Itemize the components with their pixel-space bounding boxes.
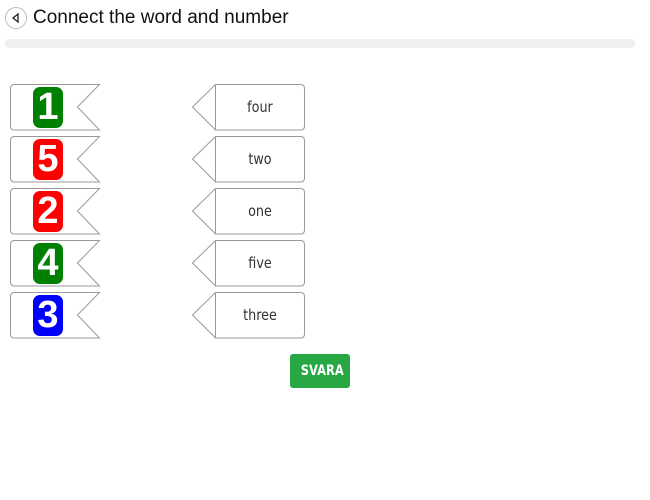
- word-card[interactable]: three: [192, 292, 305, 339]
- word-label: one: [248, 202, 272, 220]
- word-label: three: [243, 306, 277, 324]
- submit-label: SVARA: [300, 363, 344, 379]
- header: Connect the word and number: [5, 5, 289, 31]
- progress-bar: [5, 39, 635, 48]
- word-label: four: [247, 98, 273, 116]
- page-title: Connect the word and number: [33, 7, 289, 28]
- submit-button[interactable]: SVARA: [290, 354, 350, 388]
- number-badge: 4: [33, 243, 63, 284]
- number-badge: 1: [33, 87, 63, 128]
- word-label: five: [248, 254, 272, 272]
- back-arrow-icon: [11, 13, 19, 23]
- word-card[interactable]: one: [192, 188, 305, 235]
- number-card[interactable]: 1: [10, 84, 101, 131]
- number-card[interactable]: 5: [10, 136, 101, 183]
- word-label: two: [248, 150, 272, 168]
- number-card[interactable]: 4: [10, 240, 101, 287]
- word-card[interactable]: two: [192, 136, 305, 183]
- number-card[interactable]: 2: [10, 188, 101, 235]
- number-badge: 3: [33, 295, 63, 336]
- word-card[interactable]: four: [192, 84, 305, 131]
- number-badge: 2: [33, 191, 63, 232]
- word-card[interactable]: five: [192, 240, 305, 287]
- number-card[interactable]: 3: [10, 292, 101, 339]
- back-button[interactable]: [5, 7, 27, 29]
- number-badge: 5: [33, 139, 63, 180]
